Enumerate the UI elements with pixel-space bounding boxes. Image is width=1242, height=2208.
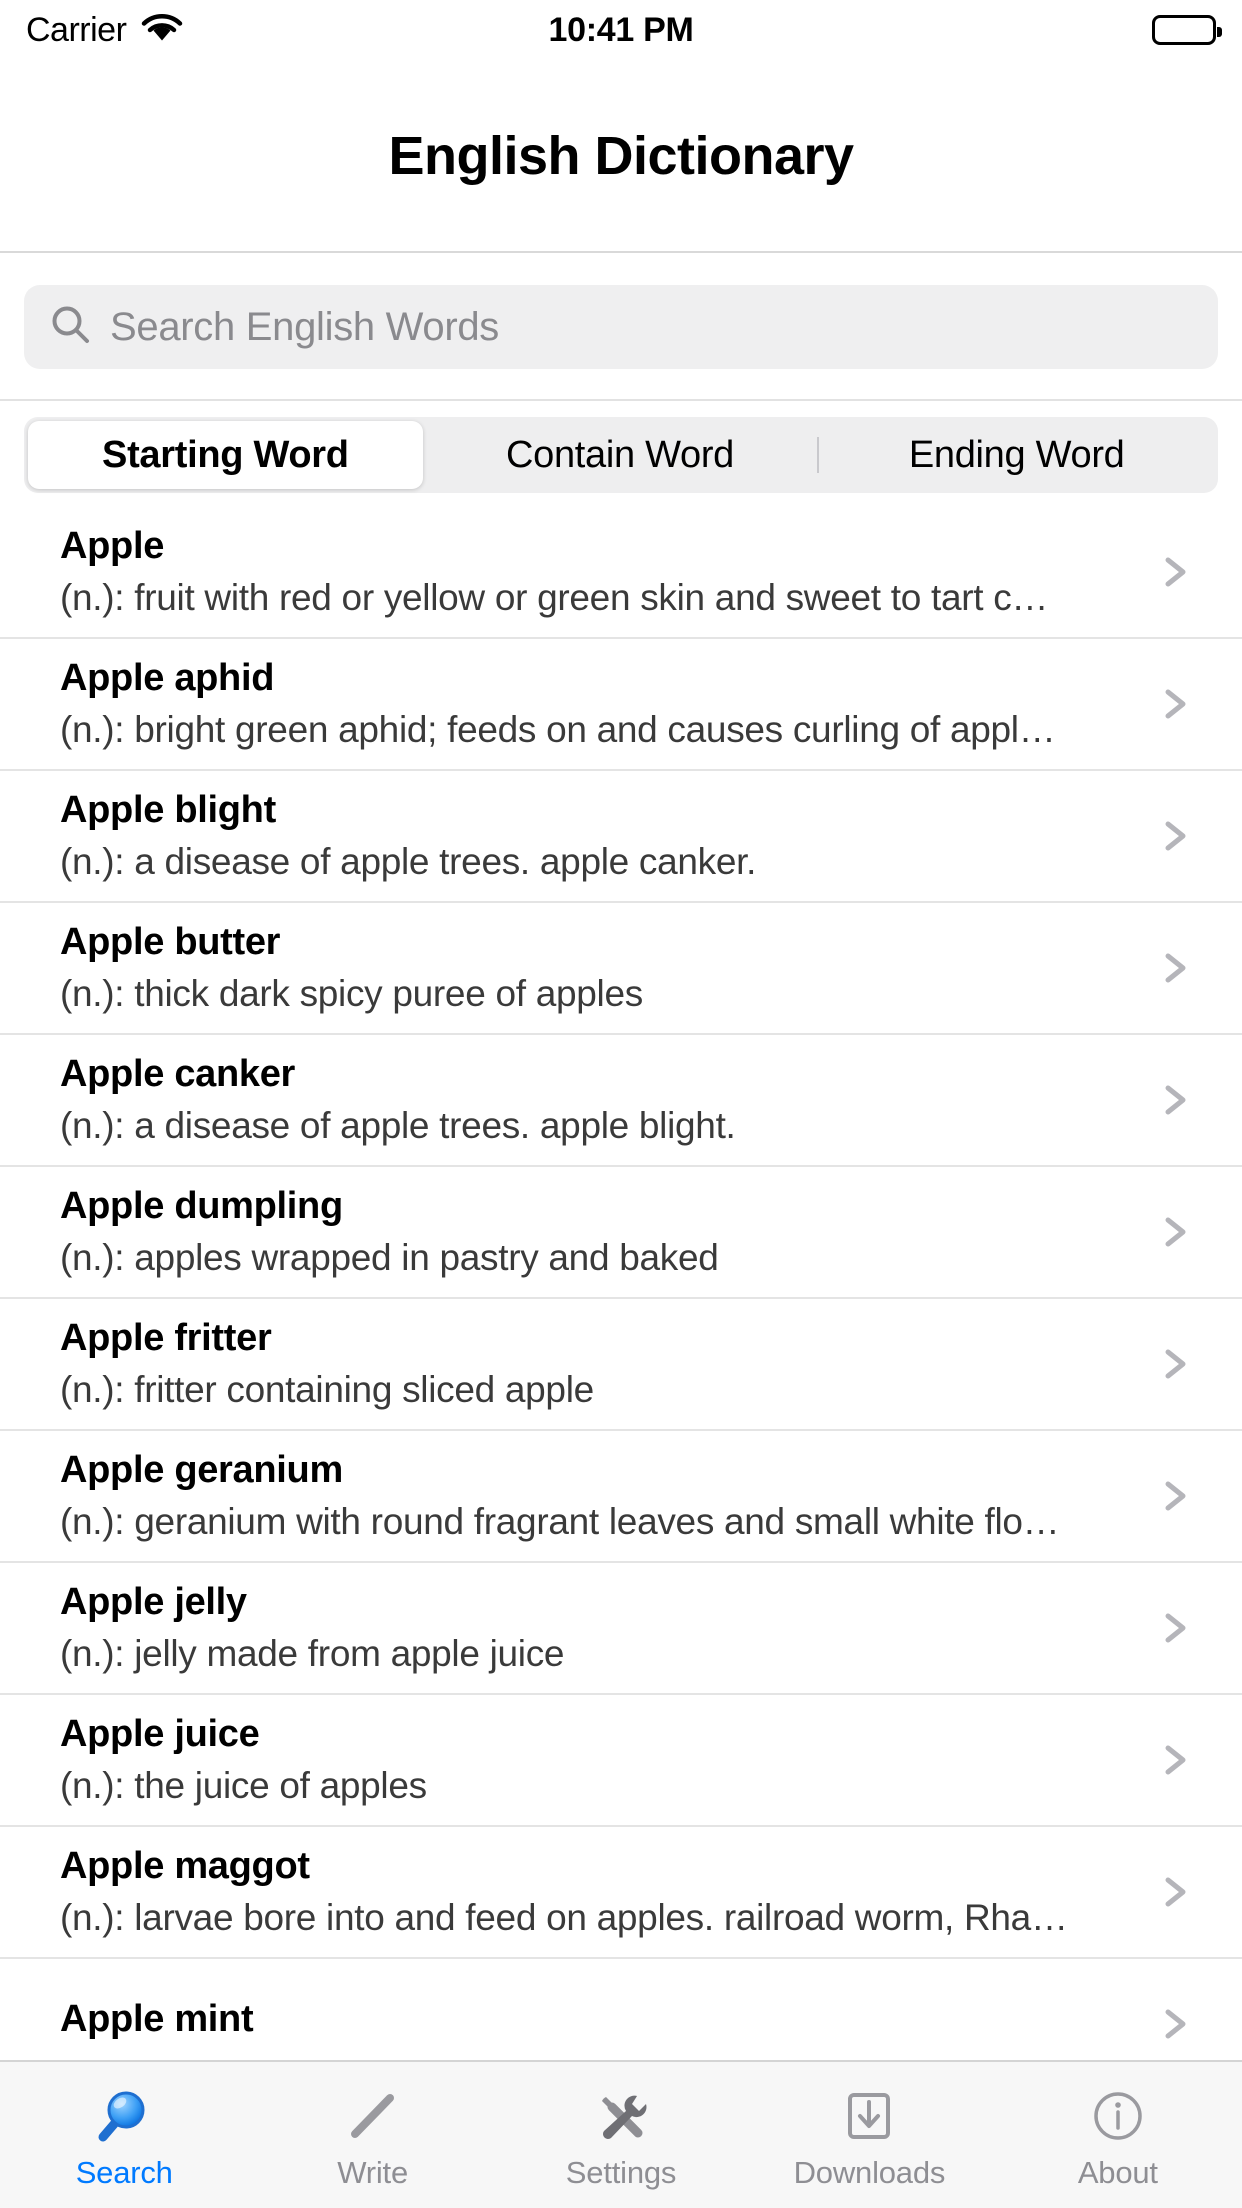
battery-full-icon bbox=[1152, 15, 1222, 45]
tab-label-about: About bbox=[1077, 2155, 1158, 2190]
tab-write[interactable]: Write bbox=[248, 2062, 496, 2208]
status-bar-time: 10:41 PM bbox=[548, 10, 694, 49]
chevron-right-icon bbox=[1158, 555, 1192, 589]
tab-search[interactable]: Search bbox=[0, 2062, 248, 2208]
info-circle-icon bbox=[1087, 2085, 1149, 2147]
word-list[interactable]: Apple (n.): fruit with red or yellow or … bbox=[0, 507, 1242, 2147]
chevron-right-icon bbox=[1158, 1611, 1192, 1645]
chevron-right-icon bbox=[1158, 1875, 1192, 1909]
tab-label-settings: Settings bbox=[565, 2155, 677, 2190]
list-item[interactable]: Apple canker (n.): a disease of apple tr… bbox=[0, 1035, 1242, 1167]
list-item-text: Apple jelly (n.): jelly made from apple … bbox=[60, 1581, 1132, 1675]
tab-label-search: Search bbox=[75, 2155, 173, 2190]
list-item-text: Apple fritter (n.): fritter containing s… bbox=[60, 1317, 1132, 1411]
list-item-word: Apple bbox=[60, 524, 165, 567]
page-title: English Dictionary bbox=[388, 125, 854, 186]
list-item-word: Apple aphid bbox=[60, 656, 275, 699]
list-item-word: Apple canker bbox=[60, 1052, 296, 1095]
list-item[interactable]: Apple (n.): fruit with red or yellow or … bbox=[0, 507, 1242, 639]
list-item-text: Apple aphid (n.): bright green aphid; fe… bbox=[60, 657, 1132, 751]
search-input[interactable]: Search English Words bbox=[24, 285, 1218, 369]
list-item[interactable]: Apple butter (n.): thick dark spicy pure… bbox=[0, 903, 1242, 1035]
status-bar: Carrier 10:41 PM bbox=[0, 0, 1242, 60]
list-item-text: Apple blight (n.): a disease of apple tr… bbox=[60, 789, 1132, 883]
search-bar-container: Search English Words bbox=[0, 253, 1242, 401]
list-item-word: Apple maggot bbox=[60, 1844, 310, 1887]
list-item-word: Apple dumpling bbox=[60, 1184, 343, 1227]
list-item-definition: (n.): jelly made from apple juice bbox=[60, 1632, 565, 1674]
list-item[interactable]: Apple geranium (n.): geranium with round… bbox=[0, 1431, 1242, 1563]
list-item-text: Apple (n.): fruit with red or yellow or … bbox=[60, 525, 1132, 619]
list-item-text: Apple canker (n.): a disease of apple tr… bbox=[60, 1053, 1132, 1147]
tab-settings[interactable]: Settings bbox=[497, 2062, 745, 2208]
list-item[interactable]: Apple blight (n.): a disease of apple tr… bbox=[0, 771, 1242, 903]
list-item-word: Apple juice bbox=[60, 1712, 260, 1755]
tab-about[interactable]: About bbox=[994, 2062, 1242, 2208]
chevron-right-icon bbox=[1158, 1743, 1192, 1777]
search-icon bbox=[50, 304, 92, 351]
chevron-right-icon bbox=[1158, 1347, 1192, 1381]
list-item[interactable]: Apple maggot (n.): larvae bore into and … bbox=[0, 1827, 1242, 1959]
chevron-right-icon bbox=[1158, 1083, 1192, 1117]
list-item-definition: (n.): fruit with red or yellow or green … bbox=[60, 576, 1049, 618]
list-item-definition: (n.): a disease of apple trees. apple bl… bbox=[60, 1104, 736, 1146]
list-item-definition: (n.): thick dark spicy puree of apples bbox=[60, 972, 643, 1014]
chevron-right-icon bbox=[1158, 819, 1192, 853]
list-item-definition: (n.): fritter containing sliced apple bbox=[60, 1368, 594, 1410]
list-item-word: Apple butter bbox=[60, 920, 281, 963]
list-item-text: Apple geranium (n.): geranium with round… bbox=[60, 1449, 1132, 1543]
segment-starting-word[interactable]: Starting Word bbox=[28, 421, 423, 489]
search-placeholder-text: Search English Words bbox=[110, 304, 500, 349]
list-item-word: Apple jelly bbox=[60, 1580, 247, 1623]
segmented-control-container: Starting Word Contain Word Ending Word bbox=[0, 401, 1242, 507]
segment-contain-word[interactable]: Contain Word bbox=[423, 421, 818, 489]
list-item[interactable]: Apple dumpling (n.): apples wrapped in p… bbox=[0, 1167, 1242, 1299]
segment-ending-word[interactable]: Ending Word bbox=[819, 421, 1214, 489]
tab-label-downloads: Downloads bbox=[793, 2155, 946, 2190]
chevron-right-icon bbox=[1158, 2007, 1192, 2041]
segmented-control[interactable]: Starting Word Contain Word Ending Word bbox=[24, 417, 1218, 493]
list-item[interactable]: Apple jelly (n.): jelly made from apple … bbox=[0, 1563, 1242, 1695]
chevron-right-icon bbox=[1158, 1215, 1192, 1249]
download-tray-icon bbox=[838, 2085, 900, 2147]
list-item[interactable]: Apple aphid (n.): bright green aphid; fe… bbox=[0, 639, 1242, 771]
list-item-definition: (n.): bright green aphid; feeds on and c… bbox=[60, 708, 1056, 750]
magnifier-icon bbox=[93, 2085, 155, 2147]
list-item-word: Apple blight bbox=[60, 788, 276, 831]
list-item-text: Apple juice (n.): the juice of apples bbox=[60, 1713, 1132, 1807]
list-item-word: Apple fritter bbox=[60, 1316, 272, 1359]
navigation-bar: English Dictionary bbox=[0, 60, 1242, 253]
list-item-text: Apple dumpling (n.): apples wrapped in p… bbox=[60, 1185, 1132, 1279]
list-item-definition: (n.): geranium with round fragrant leave… bbox=[60, 1500, 1060, 1542]
list-item-definition: (n.): the juice of apples bbox=[60, 1764, 427, 1806]
status-bar-right bbox=[1152, 15, 1222, 45]
tab-bar: Search Write Settings Downloads About bbox=[0, 2060, 1242, 2208]
chevron-right-icon bbox=[1158, 951, 1192, 985]
list-item-text: Apple butter (n.): thick dark spicy pure… bbox=[60, 921, 1132, 1015]
list-item-definition: (n.): larvae bore into and feed on apple… bbox=[60, 1896, 1068, 1938]
list-item[interactable]: Apple fritter (n.): fritter containing s… bbox=[0, 1299, 1242, 1431]
list-item-word: Apple mint bbox=[60, 1998, 254, 2041]
list-item-definition: (n.): a disease of apple trees. apple ca… bbox=[60, 840, 757, 882]
list-item-text: Apple mint bbox=[60, 1998, 1132, 2050]
pencil-icon bbox=[342, 2085, 404, 2147]
list-item[interactable]: Apple juice (n.): the juice of apples bbox=[0, 1695, 1242, 1827]
list-item-word: Apple geranium bbox=[60, 1448, 343, 1491]
list-item-text: Apple maggot (n.): larvae bore into and … bbox=[60, 1845, 1132, 1939]
tab-label-write: Write bbox=[337, 2155, 408, 2190]
chevron-right-icon bbox=[1158, 687, 1192, 721]
chevron-right-icon bbox=[1158, 1479, 1192, 1513]
tools-icon bbox=[590, 2085, 652, 2147]
list-item-definition: (n.): apples wrapped in pastry and baked bbox=[60, 1236, 719, 1278]
tab-downloads[interactable]: Downloads bbox=[745, 2062, 993, 2208]
